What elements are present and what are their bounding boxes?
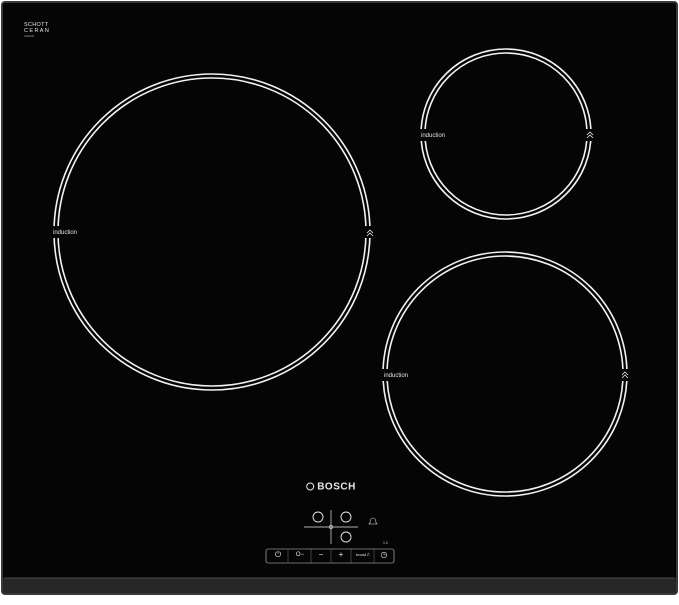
brand-name: BOSCH	[317, 481, 356, 493]
logo-sub: CERAN	[24, 35, 35, 38]
minus-button[interactable]: −	[313, 548, 329, 562]
schott-ceran-logo: SCHOTT CERAN CERAN	[24, 22, 50, 40]
boost-button[interactable]: boost ⎍	[352, 548, 374, 562]
plus-icon: +	[338, 550, 344, 559]
key-icon: O−	[295, 552, 305, 558]
timer-button[interactable]: ◷	[376, 548, 392, 562]
plus-button[interactable]: +	[333, 548, 349, 562]
minus-icon: −	[318, 550, 324, 559]
zone-label-small: induction	[421, 133, 446, 139]
child-lock-button[interactable]: O−	[291, 548, 309, 562]
bosch-icon	[306, 482, 315, 491]
cooktop: SCHOTT CERAN CERAN induction induction i…	[0, 0, 679, 600]
brand-logo: BOSCH	[306, 482, 356, 493]
cooktop-graphic	[1, 1, 678, 595]
control-marking: 1.0	[383, 541, 388, 545]
power-icon: ⏻	[274, 550, 282, 559]
glass-top	[1, 1, 678, 595]
clock-icon: ◷	[380, 550, 388, 559]
front-edge	[3, 578, 676, 593]
power-button[interactable]: ⏻	[270, 548, 286, 562]
zone-label-medium: induction	[384, 373, 409, 379]
zone-label-large: induction	[53, 230, 78, 236]
boost-label: boost ⎍	[356, 552, 370, 557]
